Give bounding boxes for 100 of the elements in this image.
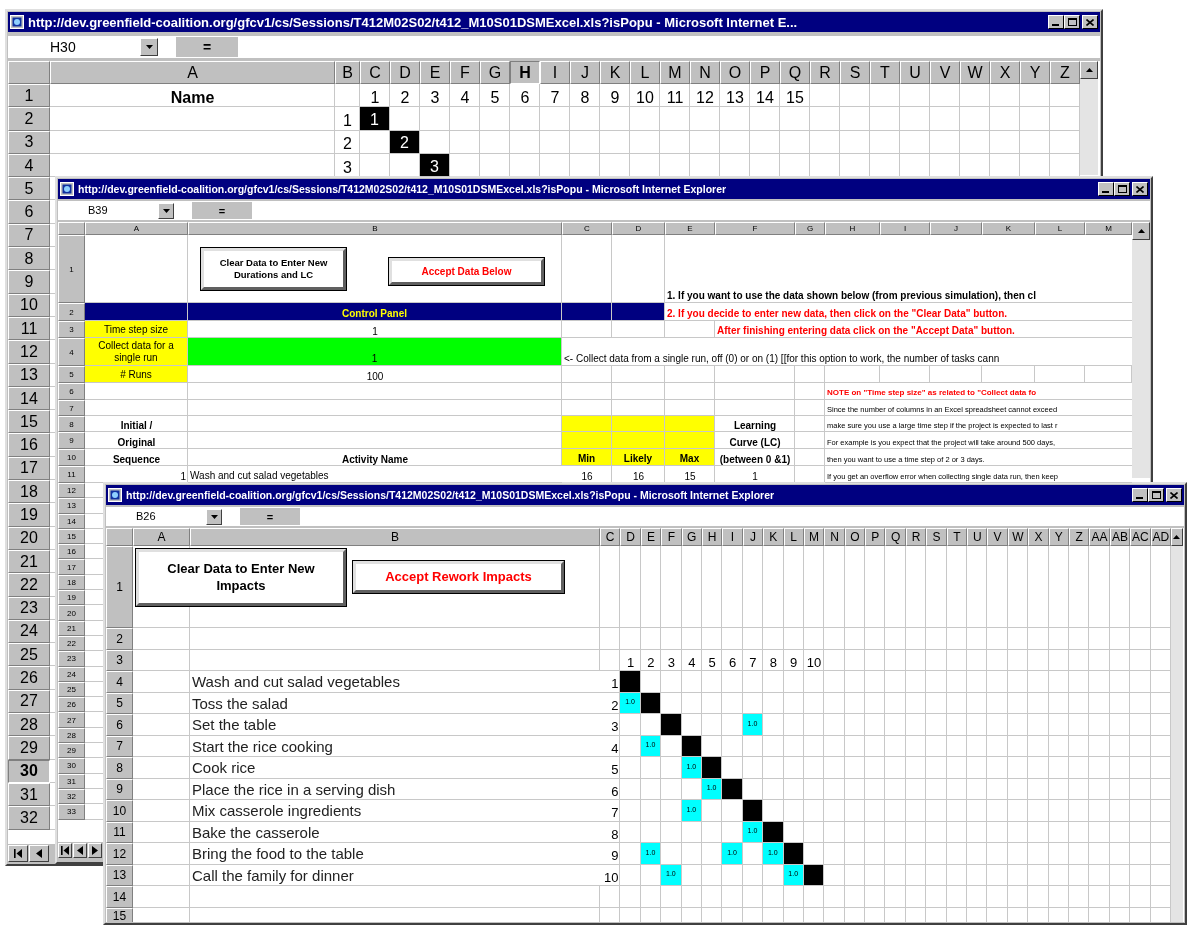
row-header[interactable]: 17	[8, 456, 50, 481]
row-header[interactable]: 11	[106, 821, 133, 843]
column-header[interactable]: J	[570, 61, 600, 84]
maximize-button[interactable]	[1114, 182, 1130, 196]
row-header[interactable]: 13	[58, 498, 85, 514]
row-header[interactable]: 23	[8, 596, 50, 620]
scroll-up-button[interactable]	[1080, 61, 1098, 79]
column-header[interactable]: L	[630, 61, 660, 84]
row-header[interactable]: 27	[8, 689, 50, 713]
column-header[interactable]: P	[865, 528, 886, 546]
column-header[interactable]: I	[880, 222, 930, 235]
column-header[interactable]: O	[720, 61, 750, 84]
row-header[interactable]: 30	[8, 759, 50, 783]
row-header[interactable]: 10	[8, 293, 50, 317]
scroll-up-button[interactable]	[1132, 222, 1150, 240]
maximize-button[interactable]	[1064, 15, 1080, 29]
column-header[interactable]: M	[660, 61, 690, 84]
sheet-button[interactable]: Accept Rework Impacts	[353, 561, 564, 593]
column-header[interactable]: AA	[1089, 528, 1110, 546]
row-header[interactable]: 28	[8, 713, 50, 737]
row-header[interactable]: 26	[8, 666, 50, 690]
column-header[interactable]: G	[480, 61, 510, 84]
dropdown-button[interactable]	[158, 202, 174, 219]
column-header[interactable]: X	[1028, 528, 1049, 546]
close-button[interactable]	[1132, 182, 1148, 196]
column-header[interactable]: T	[870, 61, 900, 84]
row-header[interactable]: 26	[58, 697, 85, 713]
row-header[interactable]: 10	[58, 449, 85, 466]
column-header[interactable]: A	[85, 222, 188, 235]
column-header[interactable]: Y	[1048, 528, 1069, 546]
row-header[interactable]: 15	[8, 410, 50, 434]
row-header[interactable]: 12	[106, 843, 133, 865]
row-header[interactable]: 10	[106, 800, 133, 822]
column-header[interactable]: P	[750, 61, 780, 84]
row-header[interactable]: 33	[58, 804, 85, 820]
row-header[interactable]: 12	[8, 340, 50, 364]
column-header[interactable]: Z	[1069, 528, 1090, 546]
row-header[interactable]: 3	[106, 649, 133, 671]
sheet-button[interactable]: Clear Data to Enter New Durations and LC	[201, 248, 346, 290]
scrollbar[interactable]	[1080, 61, 1098, 175]
column-header[interactable]: T	[946, 528, 968, 546]
row-header[interactable]: 5	[58, 366, 85, 383]
column-header[interactable]: G	[795, 222, 825, 235]
row-header[interactable]: 2	[8, 107, 50, 131]
column-header[interactable]: AB	[1109, 528, 1131, 546]
maximize-button[interactable]	[1148, 488, 1164, 502]
column-header[interactable]: AD	[1150, 528, 1171, 546]
column-header[interactable]: H	[510, 61, 540, 84]
row-header[interactable]: 14	[8, 386, 50, 411]
column-header[interactable]: M	[1085, 222, 1132, 235]
row-header[interactable]: 12	[58, 483, 85, 499]
column-header[interactable]: R	[810, 61, 840, 84]
formula-button[interactable]: =	[176, 37, 238, 57]
row-header[interactable]: 9	[106, 778, 133, 800]
row-header[interactable]: 27	[58, 712, 85, 728]
first-sheet-button[interactable]	[58, 843, 72, 858]
row-header[interactable]: 29	[58, 743, 85, 759]
column-header[interactable]: F	[661, 528, 682, 546]
column-header[interactable]: C	[562, 222, 612, 235]
row-header[interactable]: 7	[58, 400, 85, 416]
sheet-button[interactable]: Accept Data Below	[389, 258, 544, 285]
row-header[interactable]: 2	[106, 628, 133, 650]
column-header[interactable]: Y	[1020, 61, 1050, 84]
column-header[interactable]: L	[1035, 222, 1085, 235]
column-header[interactable]: D	[390, 61, 420, 84]
column-header[interactable]: Z	[1050, 61, 1080, 84]
row-header[interactable]: 22	[8, 573, 50, 597]
column-header[interactable]: AC	[1130, 528, 1151, 546]
column-header[interactable]: D	[620, 528, 641, 546]
column-header[interactable]: C	[600, 528, 621, 546]
column-header[interactable]: J	[930, 222, 982, 235]
column-header[interactable]: A	[133, 528, 190, 546]
row-header[interactable]: 13	[106, 864, 133, 886]
column-header[interactable]: H	[825, 222, 880, 235]
column-header[interactable]: G	[681, 528, 702, 546]
column-header[interactable]: J	[742, 528, 764, 546]
row-header[interactable]: 8	[58, 416, 85, 432]
row-header[interactable]: 8	[106, 757, 133, 779]
column-header[interactable]: S	[926, 528, 947, 546]
minimize-button[interactable]	[1132, 488, 1148, 502]
previous-sheet-button[interactable]	[29, 845, 49, 862]
column-header[interactable]: B	[188, 222, 562, 235]
column-header[interactable]: E	[640, 528, 662, 546]
row-header[interactable]: 25	[8, 643, 50, 667]
column-header[interactable]: F	[450, 61, 480, 84]
column-header[interactable]: U	[900, 61, 930, 84]
column-header[interactable]: B	[190, 528, 600, 546]
row-header[interactable]: 6	[106, 714, 133, 736]
row-header[interactable]: 3	[8, 130, 50, 154]
row-header[interactable]: 20	[58, 605, 85, 621]
first-sheet-button[interactable]	[8, 845, 28, 862]
scrollbar[interactable]	[1132, 222, 1150, 478]
row-header[interactable]: 24	[8, 619, 50, 644]
column-header[interactable]: Q	[780, 61, 810, 84]
sheet-button[interactable]: Clear Data to Enter New Impacts	[136, 549, 346, 606]
select-all-button[interactable]	[106, 528, 133, 546]
row-header[interactable]: 31	[8, 782, 50, 807]
row-header[interactable]: 13	[8, 363, 50, 387]
row-header[interactable]: 4	[106, 671, 133, 693]
column-header[interactable]: F	[715, 222, 795, 235]
